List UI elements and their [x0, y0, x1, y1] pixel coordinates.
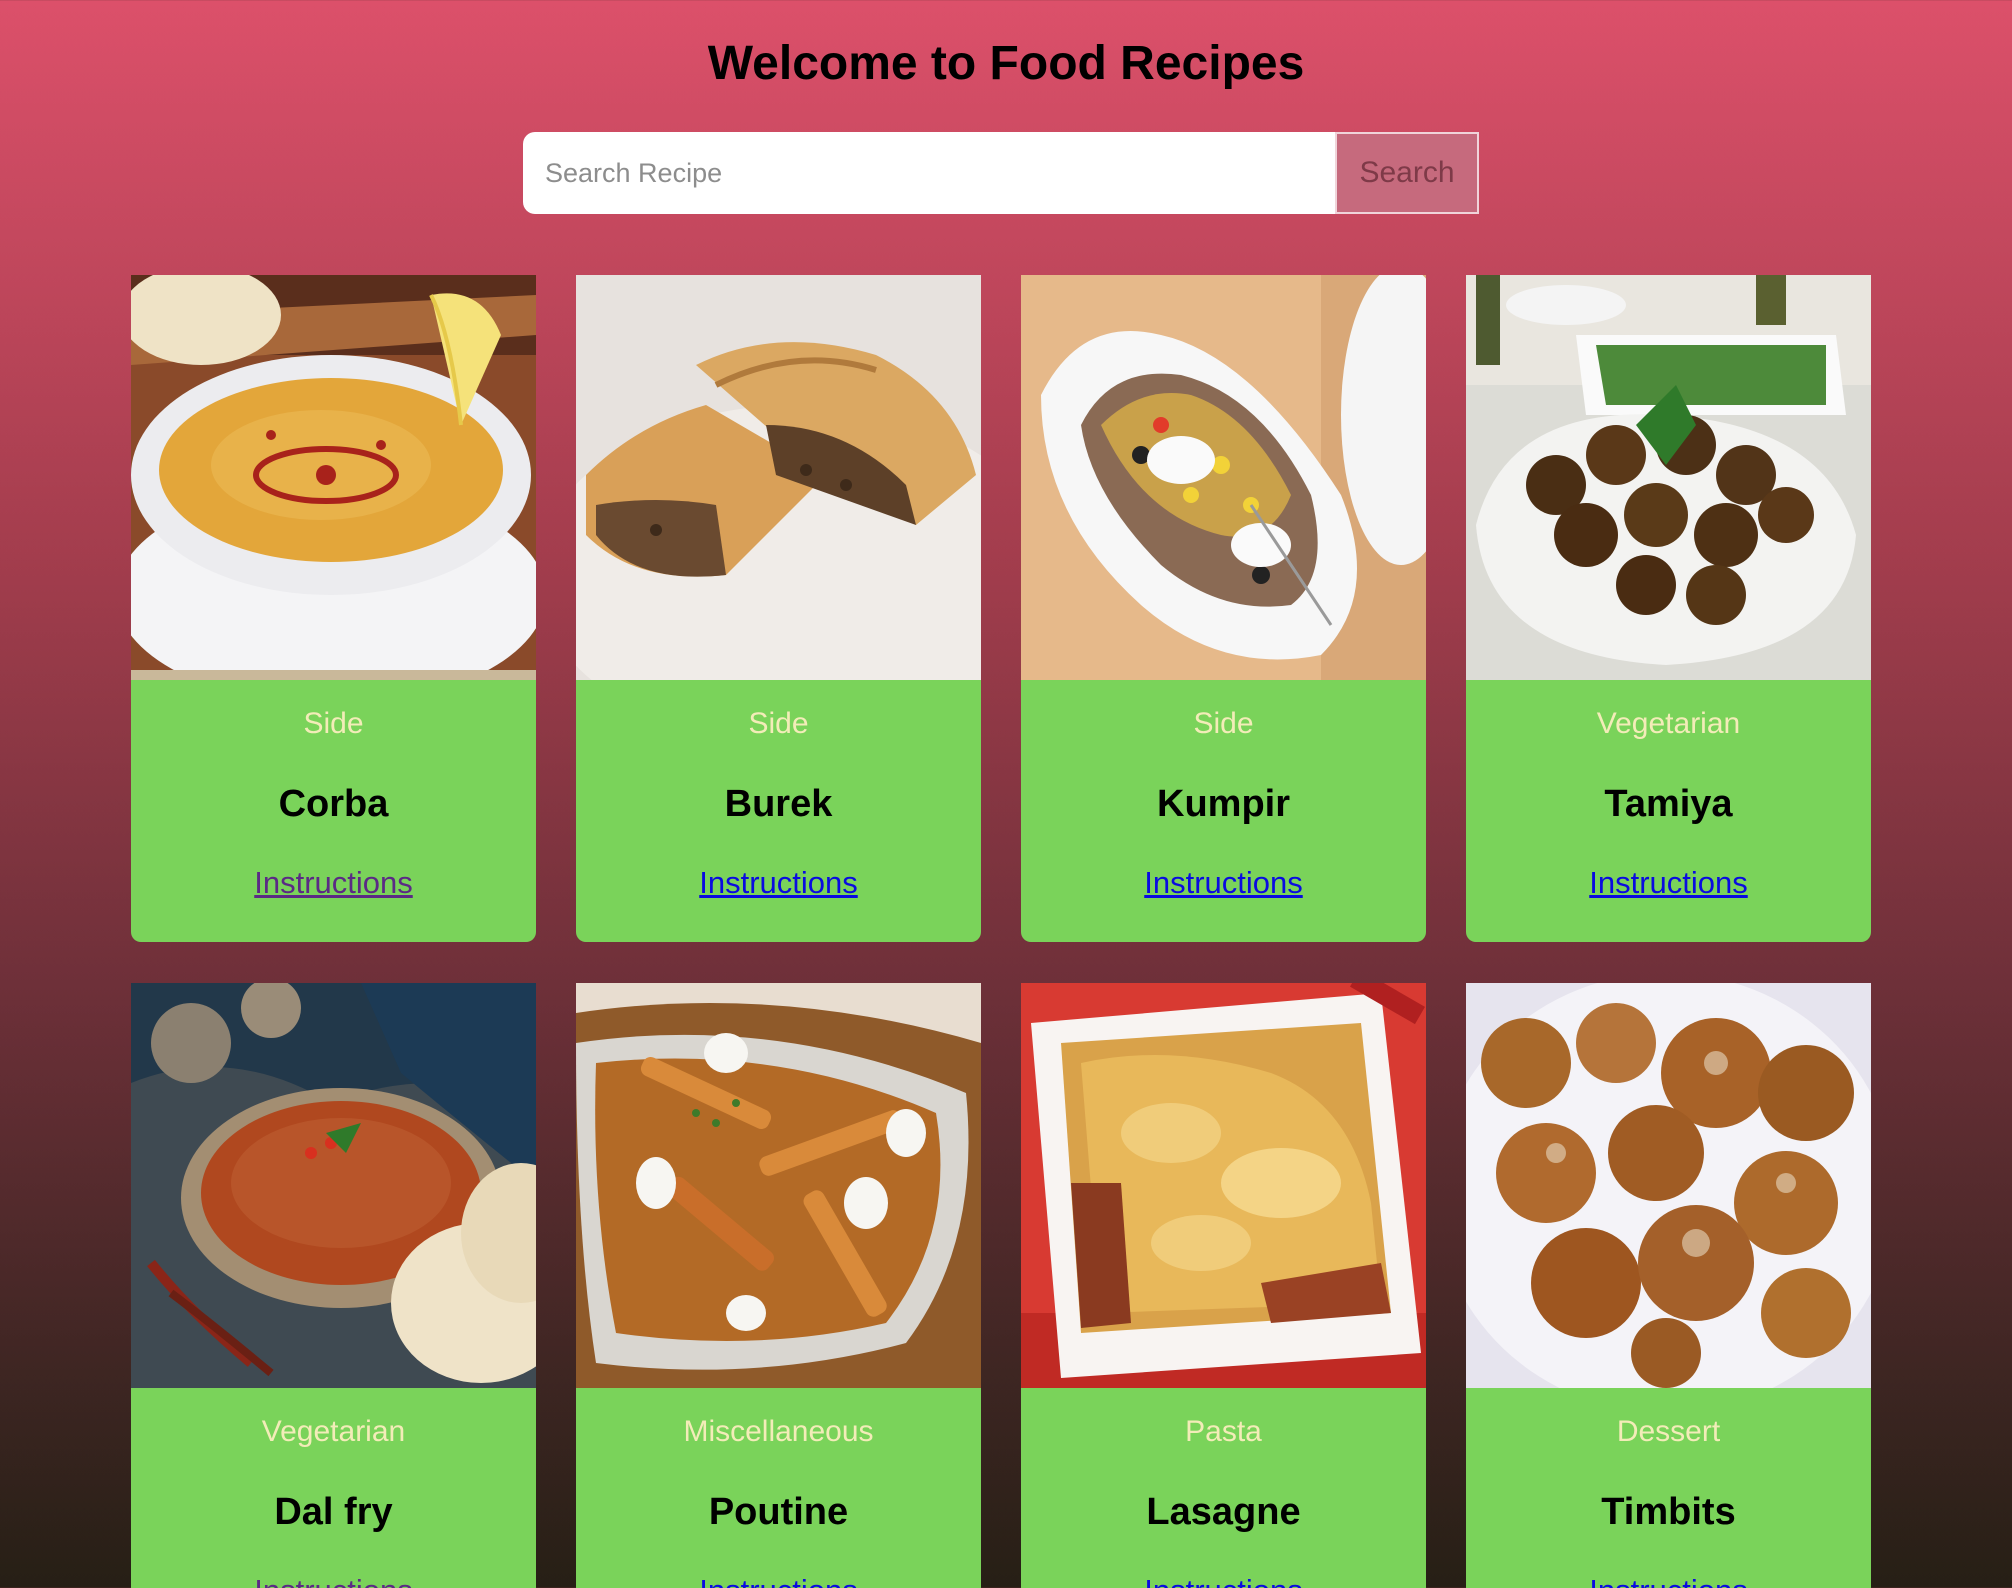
recipe-image-kumpir[interactable] — [1021, 275, 1426, 680]
recipe-card: Vegetarian Dal fry Instructions — [131, 983, 536, 1588]
recipe-image-poutine[interactable] — [576, 983, 981, 1388]
recipe-name: Burek — [724, 783, 833, 825]
recipe-category: Side — [748, 707, 809, 740]
recipe-name: Corba — [278, 783, 389, 825]
instructions-link[interactable]: Instructions — [1021, 1573, 1426, 1588]
page-title: Welcome to Food Recipes — [707, 37, 1305, 90]
page: Welcome to Food Recipes Search Recipe Se… — [0, 0, 2012, 1588]
recipe-card: Side Burek Instructions — [576, 275, 981, 942]
search-form: Search — [523, 132, 1479, 214]
recipe-category: Pasta — [1185, 1415, 1262, 1448]
recipe-category: Dessert — [1616, 1415, 1721, 1448]
recipe-name: Dal fry — [274, 1491, 393, 1533]
recipe-card: Side Kumpir Instructions — [1021, 275, 1426, 942]
recipe-image-lasagne[interactable] — [1021, 983, 1426, 1388]
recipe-category: Vegetarian — [261, 1415, 406, 1448]
recipe-card: Pasta Lasagne Instructions — [1021, 983, 1426, 1588]
recipe-name: Lasagne — [1146, 1491, 1301, 1533]
search-input[interactable] — [523, 132, 1335, 214]
recipe-name: Timbits — [1601, 1491, 1736, 1533]
recipe-card: Side Corba Instructions — [131, 275, 536, 942]
search-button[interactable]: Search — [1335, 132, 1479, 214]
recipe-grid: Side Corba Instructions Side Burek Instr… — [131, 275, 1871, 1588]
recipe-category: Vegetarian — [1596, 707, 1741, 740]
recipe-name: Kumpir — [1157, 783, 1290, 825]
instructions-link[interactable]: Instructions — [1466, 1573, 1871, 1588]
recipe-name: Tamiya — [1604, 783, 1733, 825]
recipe-image-timbits[interactable] — [1466, 983, 1871, 1388]
recipe-image-corba[interactable] — [131, 275, 536, 680]
instructions-link[interactable]: Instructions — [576, 865, 981, 901]
instructions-link[interactable]: Instructions — [576, 1573, 981, 1588]
recipe-image-dal-fry[interactable] — [131, 983, 536, 1388]
instructions-link[interactable]: Instructions — [1466, 865, 1871, 901]
recipe-category: Miscellaneous — [683, 1415, 874, 1448]
recipe-category: Side — [303, 707, 364, 740]
instructions-link[interactable]: Instructions — [1021, 865, 1426, 901]
instructions-link[interactable]: Instructions — [131, 1573, 536, 1588]
instructions-link[interactable]: Instructions — [131, 865, 536, 901]
recipe-name: Poutine — [708, 1491, 849, 1533]
recipe-card: Dessert Timbits Instructions — [1466, 983, 1871, 1588]
recipe-card: Miscellaneous Poutine Instructions — [576, 983, 981, 1588]
recipe-category: Side — [1193, 707, 1254, 740]
recipe-image-burek[interactable] — [576, 275, 981, 680]
recipe-image-tamiya[interactable] — [1466, 275, 1871, 680]
recipe-card: Vegetarian Tamiya Instructions — [1466, 275, 1871, 942]
